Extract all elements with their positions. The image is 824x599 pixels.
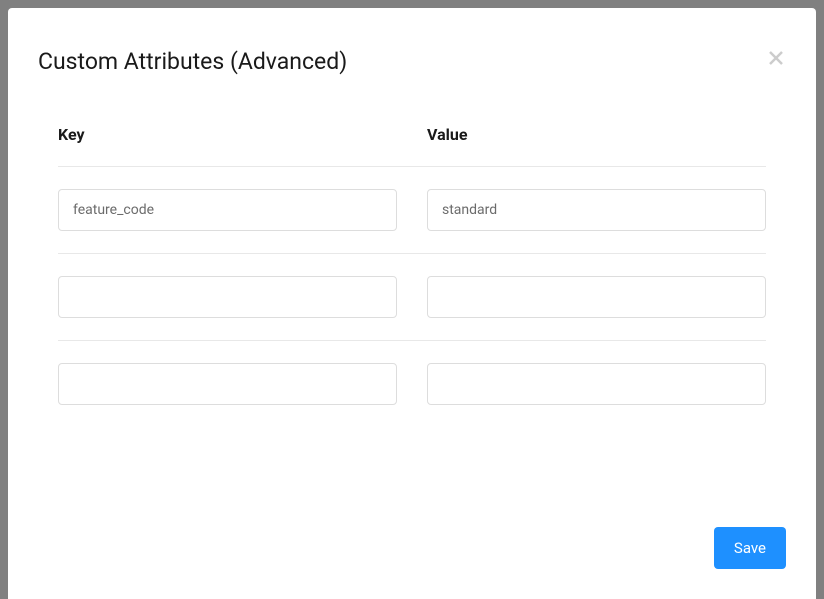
value-column-header: Value: [427, 125, 766, 144]
column-headers: Key Value: [58, 125, 766, 167]
modal-footer: Save: [38, 497, 786, 569]
key-column-header: Key: [58, 125, 397, 144]
save-button[interactable]: Save: [714, 527, 786, 569]
close-button[interactable]: [766, 48, 786, 68]
value-input[interactable]: [427, 363, 766, 405]
value-input[interactable]: [427, 189, 766, 231]
attribute-row: [58, 254, 766, 341]
key-input[interactable]: [58, 276, 397, 318]
value-input[interactable]: [427, 276, 766, 318]
modal-title: Custom Attributes (Advanced): [38, 48, 347, 75]
modal-header: Custom Attributes (Advanced): [38, 48, 786, 75]
custom-attributes-modal: Custom Attributes (Advanced) Key Value S…: [8, 8, 816, 599]
form-area: Key Value: [38, 125, 786, 427]
close-icon: [768, 50, 784, 66]
key-input[interactable]: [58, 189, 397, 231]
attribute-row: [58, 167, 766, 254]
attribute-row: [58, 341, 766, 427]
key-input[interactable]: [58, 363, 397, 405]
